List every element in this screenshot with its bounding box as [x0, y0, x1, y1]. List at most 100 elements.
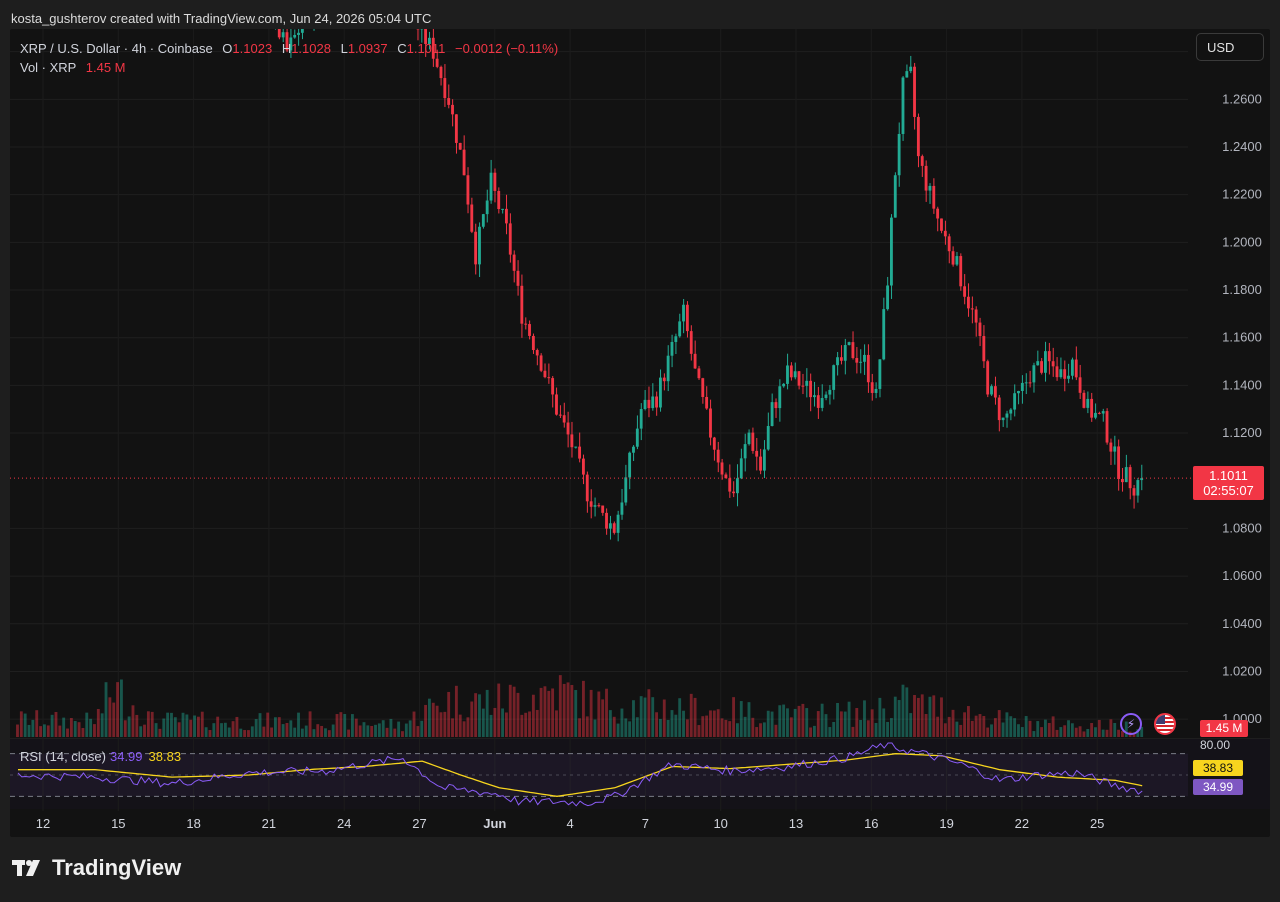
candle-body: [1036, 361, 1040, 366]
time-tick-label: 13: [789, 816, 803, 831]
time-tick-label: Jun: [483, 816, 506, 831]
volume-bar: [920, 694, 924, 737]
volume-bar: [35, 710, 39, 737]
candle-body: [886, 285, 889, 310]
volume-bar: [308, 711, 312, 737]
rsi-label[interactable]: RSI (14, close): [20, 749, 106, 764]
lightning-icon[interactable]: ⚡: [1120, 713, 1142, 735]
candle-body: [674, 336, 678, 342]
volume-bar: [805, 708, 809, 737]
candle-body: [832, 365, 836, 390]
volume-bar: [728, 721, 732, 737]
volume-bar: [866, 720, 870, 737]
us-flag-icon[interactable]: [1154, 713, 1176, 735]
volume-bar: [181, 712, 185, 737]
candle-body: [843, 345, 847, 361]
volume-bar: [1059, 727, 1063, 737]
volume-bar: [770, 711, 774, 737]
volume-bar: [512, 686, 516, 737]
volume-bar: [986, 727, 990, 737]
tradingview-brand[interactable]: TradingView: [12, 855, 181, 881]
volume-bar: [928, 696, 932, 737]
volume-bar: [420, 720, 424, 737]
volume-bar: [786, 708, 789, 737]
volume-bar: [85, 712, 89, 737]
candle-body: [666, 355, 670, 382]
volume-bar: [905, 687, 909, 737]
volume-bar: [243, 730, 247, 737]
volume-bar: [901, 684, 905, 737]
volume-bar: [293, 727, 297, 737]
volume-bar: [855, 708, 859, 737]
volume-bar: [839, 711, 843, 737]
volume-bar: [77, 722, 81, 737]
candle-body: [462, 149, 466, 176]
volume-bar: [886, 721, 889, 737]
volume-bar: [335, 714, 339, 737]
volume-bar: [1113, 722, 1117, 737]
volume-label[interactable]: Vol · XRP: [20, 60, 76, 75]
volume-bar: [932, 695, 936, 737]
volume-bar: [69, 718, 73, 737]
volume-bar: [312, 729, 316, 737]
candle-body: [851, 342, 855, 359]
symbol-label[interactable]: XRP / U.S. Dollar · 4h · Coinbase: [20, 41, 213, 56]
candle-body: [1005, 413, 1009, 418]
candle-body: [1024, 382, 1028, 384]
volume-bar: [801, 703, 805, 737]
candle-body: [293, 34, 297, 38]
volume-bar: [832, 722, 836, 737]
volume-bar: [1040, 727, 1043, 737]
volume-bar: [967, 706, 970, 737]
candle-body: [893, 175, 897, 218]
candle-body: [943, 230, 947, 237]
volume-bar: [1036, 721, 1040, 737]
candle-body: [1086, 398, 1090, 408]
candle-body: [520, 285, 524, 324]
price-tick-label: 1.0200: [1222, 663, 1262, 678]
candle-body: [813, 395, 816, 398]
volume-bar: [304, 725, 308, 737]
currency-button[interactable]: USD: [1196, 33, 1264, 61]
volume-bar: [385, 727, 389, 737]
price-chart[interactable]: 1.28001.26001.24001.22001.20001.18001.16…: [10, 29, 1270, 837]
candle-body: [689, 331, 693, 354]
candle-body: [990, 386, 993, 395]
volume-bar: [466, 717, 470, 737]
volume-bar: [1094, 727, 1097, 737]
candle-body: [685, 304, 689, 332]
candle-body: [528, 324, 531, 336]
volume-bar: [859, 719, 863, 737]
volume-bar: [524, 712, 528, 737]
volume-bar: [863, 700, 866, 737]
volume-bar: [250, 726, 254, 737]
volume-bar: [628, 721, 632, 737]
rsi-ma-value: 38.83: [148, 749, 182, 764]
volume-bar: [235, 716, 239, 737]
chart-area[interactable]: 1.28001.26001.24001.22001.20001.18001.16…: [10, 29, 1270, 837]
price-tick-label: 1.2200: [1222, 187, 1262, 202]
candle-body: [508, 223, 512, 255]
candle-body: [493, 172, 497, 191]
time-tick-label: 25: [1090, 816, 1104, 831]
candle-body: [701, 378, 705, 398]
candle-body: [451, 104, 454, 115]
volume-bar: [743, 716, 747, 737]
price-tick-label: 1.2400: [1222, 139, 1262, 154]
volume-bar: [505, 712, 508, 737]
volume-bar: [943, 723, 947, 737]
candle-body: [620, 502, 624, 515]
volume-bar: [1017, 724, 1020, 737]
volume-bar: [116, 682, 119, 737]
candle-body: [635, 428, 639, 447]
current-price: 1.1011: [1209, 468, 1248, 483]
price-tick-label: 1.0800: [1222, 520, 1262, 535]
candle-body: [797, 371, 801, 386]
candle-body: [1013, 393, 1017, 410]
candle-body: [974, 309, 978, 323]
volume-bar: [963, 712, 966, 737]
volume-bar: [16, 724, 19, 737]
volume-bar: [1063, 725, 1067, 737]
volume-bar: [762, 722, 766, 737]
candle-body: [485, 200, 489, 215]
